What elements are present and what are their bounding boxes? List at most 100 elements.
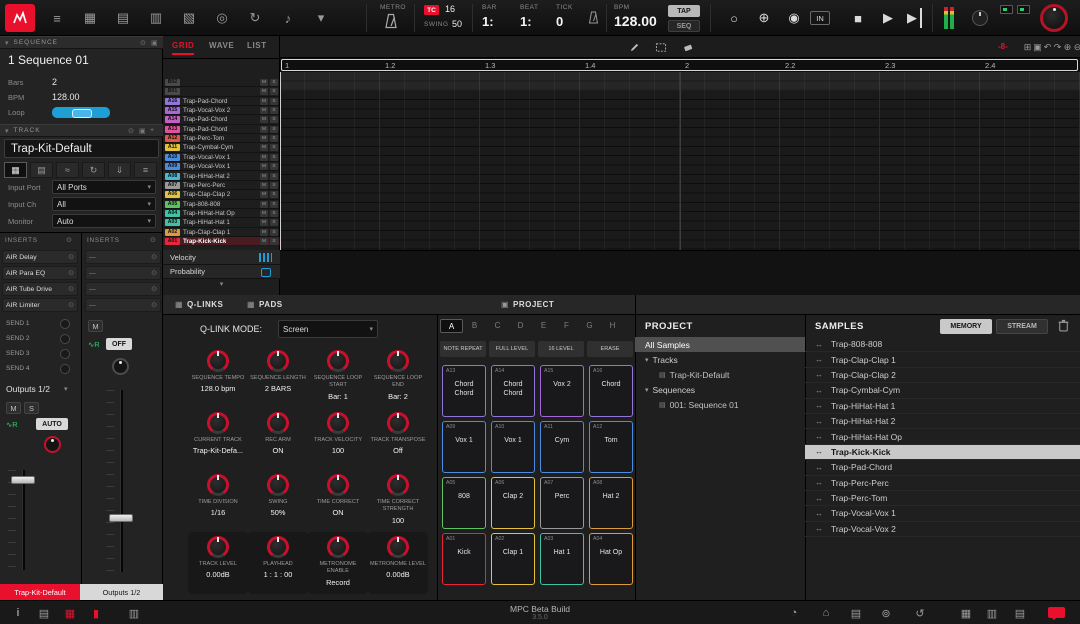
qlink-knob-cell[interactable]: SEQUENCE LOOP STARTBar: 1 [308,346,368,408]
pad-bank-d[interactable]: D [509,319,532,333]
track-solo-button[interactable]: S [270,144,278,151]
pan-knob[interactable] [44,436,61,453]
knob-icon[interactable] [267,412,289,434]
knob-icon[interactable] [387,536,409,558]
qlink-knob-cell[interactable]: TRACK TRANSPOSEOff [368,408,428,470]
track-mute-button[interactable]: M [260,229,268,236]
qlink-knob-cell[interactable]: TIME CORRECT STRENGTH100 [368,470,428,532]
pad-bank-f[interactable]: F [555,319,578,333]
pad-bank-h[interactable]: H [601,319,624,333]
track-row[interactable]: A05Trap-808-808MS [163,200,280,209]
tab-project[interactable]: PROJECT [513,300,554,309]
history-icon[interactable]: ↺ [912,606,928,620]
insert-slot[interactable]: AIR Tube Drive⊙ [2,282,78,296]
wave-icon[interactable]: ≈ [56,162,79,178]
power-icon[interactable]: ⊙ [66,236,72,244]
track-row[interactable]: A09Trap-Vocal-Vox 1MS [163,162,280,171]
tab-output-channel[interactable]: Outputs 1/2 [80,584,163,600]
power-icon[interactable]: ⊙ [151,285,157,293]
pad-a12[interactable]: A12Tom [589,421,633,473]
project-item[interactable]: ▤001: Sequence 01 [635,397,805,412]
project-item[interactable]: ▤Trap-Kit-Default [635,367,805,382]
track-row[interactable]: A16Trap-Pad-ChordMS [163,97,280,106]
power-icon[interactable]: ⊙ [151,253,157,261]
track-mute-button[interactable]: M [260,116,268,123]
pad-bank-e[interactable]: E [532,319,555,333]
home-icon[interactable]: ⌂ [818,606,834,620]
track-row[interactable]: A06Trap-Clap-Clap 2MS [163,190,280,199]
velocity-lane[interactable] [280,250,1080,295]
track-solo-button[interactable]: S [270,219,278,226]
channel-rack-icon[interactable]: ▧ [176,5,202,31]
track-solo-button[interactable]: S [270,191,278,198]
loop-icon[interactable]: ↻ [82,162,105,178]
track-row[interactable]: A01Trap-Kick-KickMS [163,237,280,246]
track-solo-button[interactable]: S [270,88,278,95]
track-mute-button[interactable]: M [260,144,268,151]
midi-icon[interactable]: ⊚ [878,606,894,620]
track-mute-button[interactable]: M [260,79,268,86]
chat-bubble-icon[interactable] [1048,607,1065,618]
knob-icon[interactable] [387,350,409,372]
tc-indicator[interactable]: -8- [998,42,1008,51]
qlink-knob-cell[interactable]: SEQUENCE TEMPO128.0 bpm [188,346,248,408]
send-knob[interactable] [60,319,70,329]
send-slot[interactable]: SEND 4 [2,363,78,376]
knob-icon[interactable] [207,350,229,372]
display-toggle-icon[interactable] [1017,5,1030,14]
sample-row[interactable]: ↔Trap-HiHat-Hat 1 [805,399,1080,414]
sample-row[interactable]: ↔Trap-Cymbal-Cym [805,383,1080,398]
play-button[interactable]: ▶ [876,8,900,28]
pad-a07[interactable]: A07Perc [540,477,584,529]
output-fader-track[interactable] [120,390,123,572]
stream-button[interactable]: STREAM [996,319,1048,334]
output-mute-button[interactable]: M [88,320,103,332]
track-solo-button[interactable]: S [270,238,278,245]
track-solo-button[interactable]: S [270,116,278,123]
knob-icon[interactable] [327,536,349,558]
sample-row[interactable]: ↔Trap-808-808 [805,337,1080,352]
record-button[interactable]: ○ [722,8,746,28]
pad-a16[interactable]: A16Chord [589,365,633,417]
power-icon[interactable]: ⊙ [140,39,147,47]
track-solo-button[interactable]: S [270,173,278,180]
bars-value[interactable]: 2 [52,77,57,87]
tab-pads[interactable]: PADS [259,300,283,309]
sync-icon[interactable]: ↻ [242,5,268,31]
track-mute-button[interactable]: M [260,126,268,133]
pad-bank-g[interactable]: G [578,319,601,333]
pad-a14[interactable]: A14Chord Chord [491,365,535,417]
insert-slot[interactable]: AIR Delay⊙ [2,250,78,264]
more-icon[interactable]: ≡ [134,162,157,178]
timeline-ruler[interactable]: 11.21.31.422.22.32.4 [280,58,1080,72]
mpc-logo[interactable] [5,4,35,32]
eraser-tool-icon[interactable] [679,39,697,55]
pad-bank-b[interactable]: B [463,319,486,333]
knob-icon[interactable] [327,350,349,372]
tab-list[interactable]: LIST [247,41,267,53]
play-start-button[interactable]: ▶ [904,8,922,28]
track-solo-button[interactable]: S [270,201,278,208]
loop-region[interactable] [281,59,1078,71]
lane-expand-button[interactable]: ▾ [163,280,280,288]
metronome-icon[interactable] [384,13,398,34]
sample-row[interactable]: ↔Trap-Perc-Perc [805,476,1080,491]
knob-icon[interactable] [327,474,349,496]
qlink-knob-cell[interactable]: TIME DIVISION1/16 [188,470,248,532]
track-solo-button[interactable]: S [270,135,278,142]
input-ch-select[interactable]: All ▾ [52,197,156,211]
track-mute-button[interactable]: M [260,163,268,170]
sample-row[interactable]: ↔Trap-Kick-Kick [805,445,1080,460]
pad-a08[interactable]: A08Hat 2 [589,477,633,529]
qlink-knob-cell[interactable]: REC ARMON [248,408,308,470]
sample-row[interactable]: ↔Trap-Clap-Clap 2 [805,368,1080,383]
track-panel-header[interactable]: ▾ TRACK ⊙ ▣ + [0,124,163,137]
pad-a05[interactable]: A05808 [442,477,486,529]
loop-toggle[interactable] [52,107,110,118]
pad-grid-icon[interactable]: ▦ [958,606,974,620]
outputs-select[interactable]: Outputs 1/2 [6,384,50,394]
lane-probability[interactable]: Probability [163,265,280,279]
trash-icon[interactable] [1058,319,1069,337]
track-name-field[interactable]: Trap-Kit-Default [4,139,159,158]
track-mute-button[interactable]: M [260,201,268,208]
